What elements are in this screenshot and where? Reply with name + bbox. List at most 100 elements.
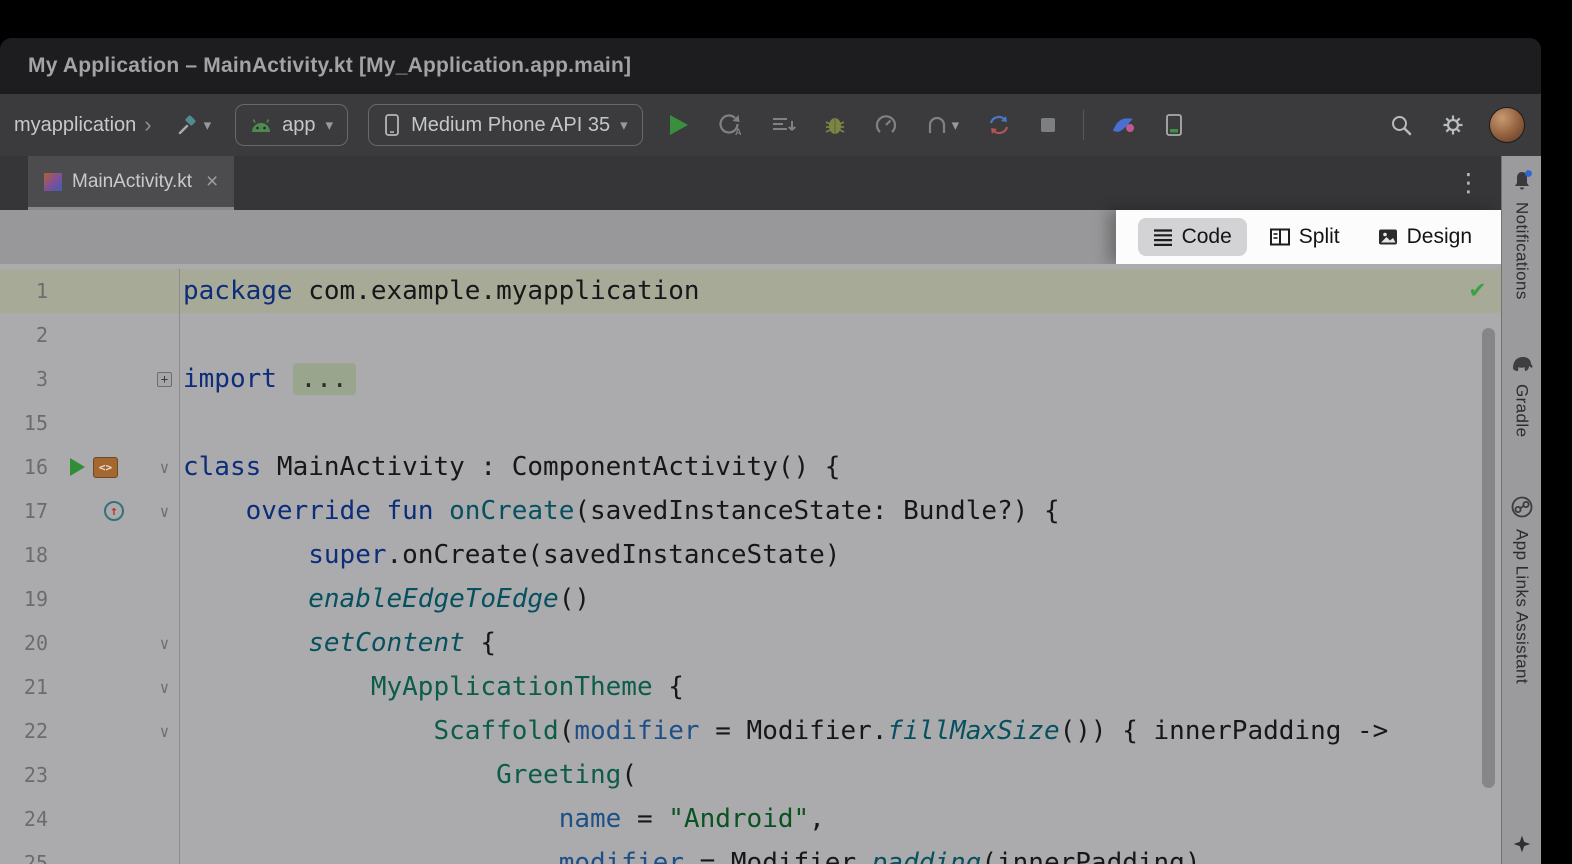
gutter-icons: <> (58, 457, 150, 478)
code-segment (183, 496, 246, 526)
gemini-sparkle-icon[interactable] (1512, 834, 1532, 854)
device-manager-button[interactable] (1160, 109, 1188, 141)
code-line[interactable]: 18 super.onCreate(savedInstanceState) (0, 533, 1501, 577)
code-segment: ( (559, 716, 575, 746)
code-segment: Scaffold (433, 716, 558, 746)
profiler-button[interactable] (870, 109, 902, 141)
view-mode-code-button[interactable]: Code (1138, 218, 1247, 256)
fold-marker[interactable]: ∨ (150, 665, 180, 709)
code-segment: import (183, 364, 277, 394)
code-line[interactable]: 21 ∨ MyApplicationTheme { (0, 665, 1501, 709)
view-mode-label: Split (1299, 225, 1340, 249)
run-class-gutter-icon[interactable] (70, 458, 85, 476)
line-number[interactable]: 18 (0, 543, 58, 567)
line-number[interactable]: 21 (0, 675, 58, 699)
sync-gradle-button[interactable] (983, 109, 1015, 141)
code-text[interactable]: override fun onCreate(savedInstanceState… (180, 496, 1060, 526)
code-segment (183, 584, 308, 614)
apply-changes-button[interactable]: A (713, 109, 747, 141)
code-line[interactable]: 2 (0, 313, 1501, 357)
code-text[interactable]: import ... (180, 364, 356, 394)
apply-code-changes-button[interactable] (767, 109, 800, 141)
code-text[interactable]: Greeting( (180, 760, 637, 790)
line-number[interactable]: 15 (0, 411, 58, 435)
search-everywhere-button[interactable] (1385, 109, 1417, 141)
tab-mainactivity[interactable]: MainActivity.kt × (28, 156, 234, 210)
fold-marker[interactable]: ∨ (150, 709, 180, 753)
tab-options-kebab-icon[interactable]: ⋮ (1456, 168, 1481, 198)
code-text[interactable]: package com.example.myapplication (180, 276, 700, 306)
code-line[interactable]: 20 ∨ setContent { (0, 621, 1501, 665)
split-view-icon (1270, 228, 1290, 246)
code-segment: { (465, 628, 496, 658)
code-line[interactable]: 17 ↑ ∨ override fun onCreate(savedInstance… (0, 489, 1501, 533)
fold-marker[interactable]: ∨ (150, 621, 180, 665)
notifications-tool-button[interactable]: Notifications (1510, 168, 1534, 300)
fold-marker[interactable]: ∨ (150, 445, 180, 489)
code-line[interactable]: 24 name = "Android", (0, 797, 1501, 841)
code-line[interactable]: 19 enableEdgeToEdge() (0, 577, 1501, 621)
user-avatar[interactable] (1489, 107, 1525, 143)
line-number[interactable]: 23 (0, 763, 58, 787)
gradle-tool-button[interactable]: Gradle (1510, 352, 1534, 437)
code-segment: ( (621, 760, 637, 790)
code-segment: () (559, 584, 590, 614)
code-text[interactable]: modifier = Modifier.padding(innerPadding… (180, 848, 1201, 864)
ai-assistant-button[interactable] (1106, 109, 1140, 141)
code-line[interactable]: 22 ∨ Scaffold(modifier = Modifier.fillMax… (0, 709, 1501, 753)
module-selector[interactable]: app ▾ (235, 104, 348, 146)
line-number[interactable]: 25 (0, 851, 58, 864)
override-method-gutter-icon[interactable]: ↑ (104, 501, 124, 521)
code-text[interactable]: class MainActivity : ComponentActivity()… (180, 452, 840, 482)
class-gutter-icon[interactable]: <> (93, 457, 118, 478)
editor-scrollbar-thumb[interactable] (1482, 328, 1495, 788)
app-links-assistant-tool-button[interactable]: App Links Assistant (1510, 495, 1534, 684)
editor-toolbar: Code Split Design (0, 210, 1501, 264)
build-button[interactable]: ▾ (172, 109, 216, 141)
window-title: My Application – MainActivity.kt [My_App… (28, 54, 631, 78)
stop-button[interactable] (1035, 112, 1061, 138)
code-line[interactable]: 1 package com.example.myapplication (0, 269, 1501, 313)
code-editor[interactable]: 1package com.example.myapplication23+imp… (0, 264, 1501, 864)
debug-button[interactable] (820, 109, 850, 141)
code-segment: super (308, 540, 386, 570)
more-run-options-button[interactable]: ▾ (922, 109, 964, 141)
toolbar-separator (1083, 110, 1084, 140)
line-number[interactable]: 22 (0, 719, 58, 743)
code-text[interactable]: name = "Android", (180, 804, 825, 834)
code-text[interactable]: MyApplicationTheme { (180, 672, 684, 702)
search-icon (1389, 113, 1413, 137)
line-number[interactable]: 1 (0, 279, 58, 303)
line-number[interactable]: 16 (0, 455, 58, 479)
code-line[interactable]: 23 Greeting( (0, 753, 1501, 797)
view-mode-split-button[interactable]: Split (1255, 218, 1355, 256)
close-tab-icon[interactable]: × (206, 171, 218, 192)
code-line[interactable]: 16 <> ∨class MainActivity : ComponentActiv… (0, 445, 1501, 489)
project-breadcrumb[interactable]: myapplication › (14, 114, 152, 137)
main-toolbar: myapplication › ▾ app ▾ (0, 94, 1541, 156)
code-segment (183, 540, 308, 570)
line-number[interactable]: 2 (0, 323, 58, 347)
settings-button[interactable] (1437, 109, 1469, 141)
code-text[interactable]: setContent { (180, 628, 496, 658)
fold-marker[interactable]: ∨ (150, 489, 180, 533)
code-line[interactable]: 25 modifier = Modifier.padding(innerPadd… (0, 841, 1501, 864)
line-number[interactable]: 3 (0, 367, 58, 391)
line-number[interactable]: 24 (0, 807, 58, 831)
inspection-check-icon[interactable]: ✔ (1470, 274, 1485, 303)
sync-arrows-icon (987, 113, 1011, 137)
device-selector[interactable]: Medium Phone API 35 ▾ (368, 104, 643, 146)
caret-down-icon: ▾ (952, 118, 960, 133)
run-button[interactable] (663, 109, 693, 141)
line-number[interactable]: 17 (0, 499, 58, 523)
line-number[interactable]: 19 (0, 587, 58, 611)
code-segment (183, 804, 559, 834)
code-text[interactable]: super.onCreate(savedInstanceState) (180, 540, 840, 570)
fold-marker[interactable]: + (150, 357, 180, 401)
code-text[interactable]: Scaffold(modifier = Modifier.fillMaxSize… (180, 716, 1388, 746)
code-line[interactable]: 3 +import ... (0, 357, 1501, 401)
line-number[interactable]: 20 (0, 631, 58, 655)
code-text[interactable]: enableEdgeToEdge() (180, 584, 590, 614)
view-mode-design-button[interactable]: Design (1363, 218, 1487, 256)
code-line[interactable]: 15 (0, 401, 1501, 445)
